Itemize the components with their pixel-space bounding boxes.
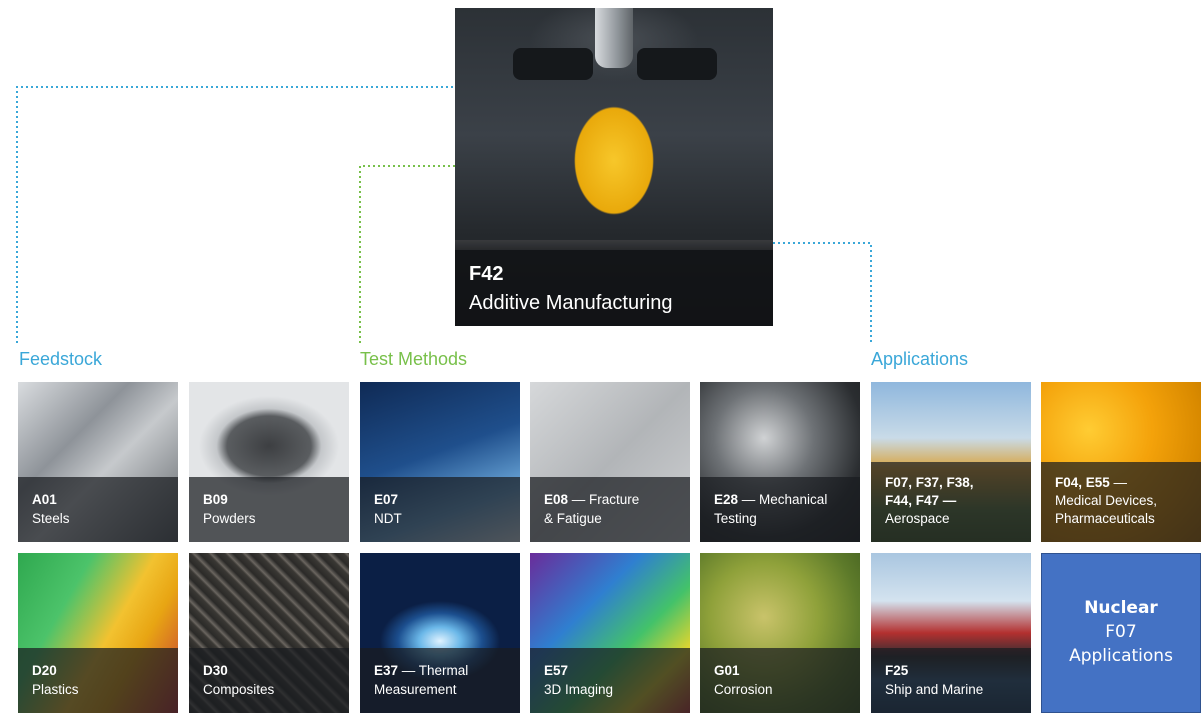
tile-aerospace[interactable]: F07, F37, F38, F44, F47 — Aerospace	[871, 382, 1031, 542]
tile-label: Testing	[714, 511, 757, 526]
tile-label: Powders	[203, 511, 256, 526]
tile-code: E08	[544, 492, 569, 507]
test-methods-connector	[359, 165, 455, 343]
tile-f25-ship-marine[interactable]: F25 Ship and Marine	[871, 553, 1031, 713]
tile-a01-steels[interactable]: A01 Steels	[18, 382, 178, 542]
tile-medical-devices[interactable]: F04, E55 — Medical Devices, Pharmaceutic…	[1041, 382, 1201, 542]
category-feedstock: Feedstock	[19, 349, 103, 369]
tile-label: Aerospace	[885, 511, 950, 526]
tile-label: NDT	[374, 511, 402, 526]
tile-e57-3d-imaging[interactable]: E57 3D Imaging	[530, 553, 690, 713]
tile-d20-plastics[interactable]: D20 Plastics	[18, 553, 178, 713]
tile-nuclear-applications[interactable]: Nuclear F07 Applications	[1041, 553, 1201, 713]
nuclear-code: F07	[1105, 622, 1137, 642]
tile-g01-corrosion[interactable]: G01 Corrosion	[700, 553, 860, 713]
tile-d30-composites[interactable]: D30 Composites	[189, 553, 349, 713]
applications-connector	[773, 242, 872, 343]
tile-code: G01	[714, 663, 740, 678]
tile-label: 3D Imaging	[544, 682, 614, 697]
tile-label: Composites	[203, 682, 275, 697]
tile-code: E28	[714, 492, 739, 507]
tile-code: B09	[203, 492, 228, 507]
printer-arm-left	[513, 48, 593, 80]
printer-arm-right	[637, 48, 717, 80]
tile-label: & Fatigue	[544, 511, 602, 526]
tile-code: E07	[374, 492, 399, 507]
category-test-methods: Test Methods	[360, 349, 468, 369]
tile-label: Pharmaceuticals	[1055, 511, 1155, 526]
printer-nozzle-icon	[595, 8, 633, 68]
tile-e07-ndt[interactable]: E07 NDT	[360, 382, 520, 542]
category-applications: Applications	[871, 349, 969, 369]
tile-code: F25	[885, 663, 909, 678]
tile-e08-fracture-fatigue[interactable]: E08 — Fracture & Fatigue	[530, 382, 690, 542]
tile-label: Ship and Marine	[885, 682, 984, 697]
tile-label: Corrosion	[714, 682, 773, 697]
f42-hero-tile[interactable]: F42 Additive Manufacturing	[455, 8, 773, 326]
tile-code: F07, F37, F38,	[885, 475, 974, 490]
tile-e37-thermal-measurement[interactable]: E37 — Thermal Measurement	[360, 553, 520, 713]
tile-b09-powders[interactable]: B09 Powders	[189, 382, 349, 542]
hero-name: Additive Manufacturing	[469, 292, 673, 314]
tile-code: E37	[374, 663, 399, 678]
tile-code: F04, E55	[1055, 475, 1110, 490]
tile-code: D20	[32, 663, 57, 678]
tile-e28-mechanical-testing[interactable]: E28 — Mechanical Testing	[700, 382, 860, 542]
tile-code: D30	[203, 663, 228, 678]
tile-label: Plastics	[32, 682, 79, 697]
tile-code: A01	[32, 492, 57, 507]
tile-label: Measurement	[374, 682, 457, 697]
hero-code: F42	[469, 263, 504, 285]
feedstock-connector	[16, 86, 455, 343]
nuclear-title: Nuclear	[1084, 598, 1158, 618]
tile-label: Steels	[32, 511, 70, 526]
tile-code: E57	[544, 663, 569, 678]
nuclear-label: Applications	[1069, 646, 1173, 666]
